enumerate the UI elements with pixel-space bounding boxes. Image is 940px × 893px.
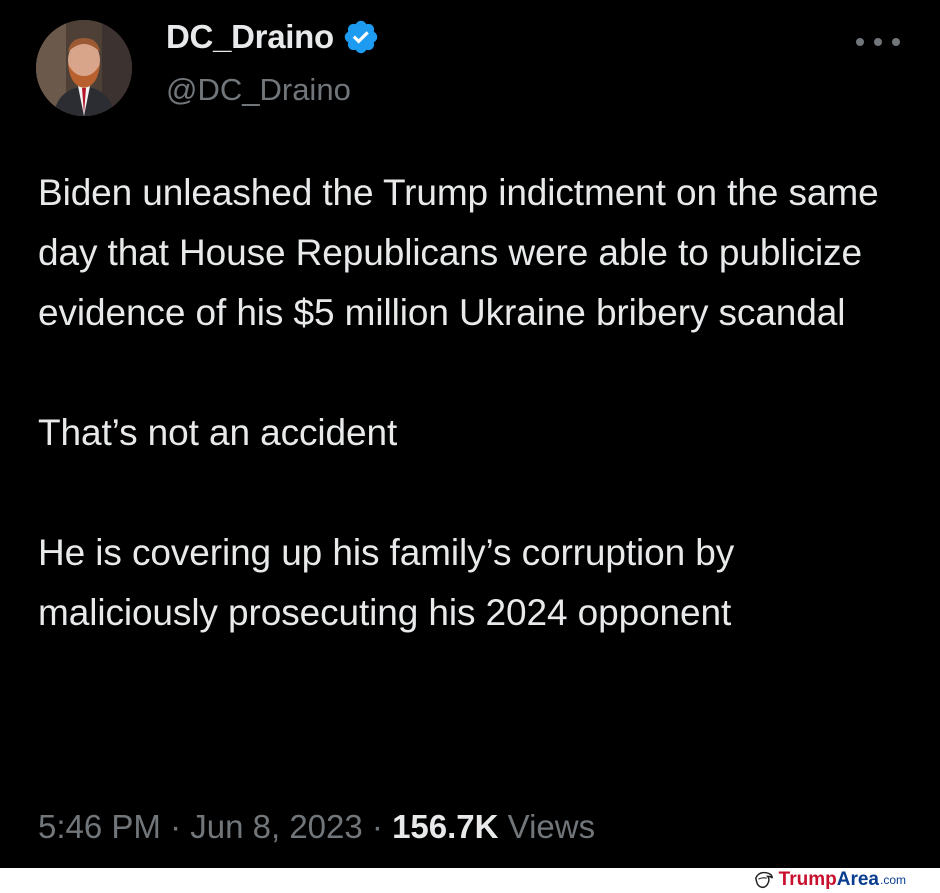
tweet-paragraph: He is covering up his family’s corruptio… [38, 532, 735, 633]
dot [856, 38, 864, 46]
watermark-bar: TrumpArea .com [0, 868, 940, 893]
more-horizontal-icon[interactable] [856, 30, 900, 54]
separator: · [371, 808, 383, 845]
avatar-image [36, 20, 132, 116]
verified-badge-icon [344, 20, 378, 54]
tweet-meta: 5:46 PM · Jun 8, 2023 · 156.7K Views [38, 808, 595, 846]
tweet-text: Biden unleashed the Trump indictment on … [38, 163, 908, 643]
watermark-logo: TrumpArea .com [753, 869, 906, 891]
trump-hair-logo-icon [754, 871, 773, 889]
views-count: 156.7K [392, 808, 499, 845]
tweet-paragraph: That’s not an accident [38, 412, 398, 453]
avatar[interactable] [36, 20, 132, 116]
watermark-text: TrumpArea [779, 869, 879, 891]
tweet: DC_Draino @DC_Draino Biden unleashed the… [0, 0, 940, 868]
watermark-suffix: .com [879, 873, 906, 887]
tweet-time[interactable]: 5:46 PM [38, 808, 161, 845]
author-row: DC_Draino [166, 18, 380, 56]
views-label: Views [507, 808, 596, 845]
watermark-brand-blue: Area [836, 869, 879, 890]
watermark-brand-red: Trump [778, 869, 837, 890]
handle[interactable]: @DC_Draino [166, 72, 351, 108]
tweet-paragraph: Biden unleashed the Trump indictment on … [38, 172, 879, 333]
dot [874, 38, 882, 46]
display-name[interactable]: DC_Draino [166, 18, 334, 56]
tweet-date[interactable]: Jun 8, 2023 [190, 808, 362, 845]
separator: · [170, 808, 182, 845]
dot [892, 38, 900, 46]
